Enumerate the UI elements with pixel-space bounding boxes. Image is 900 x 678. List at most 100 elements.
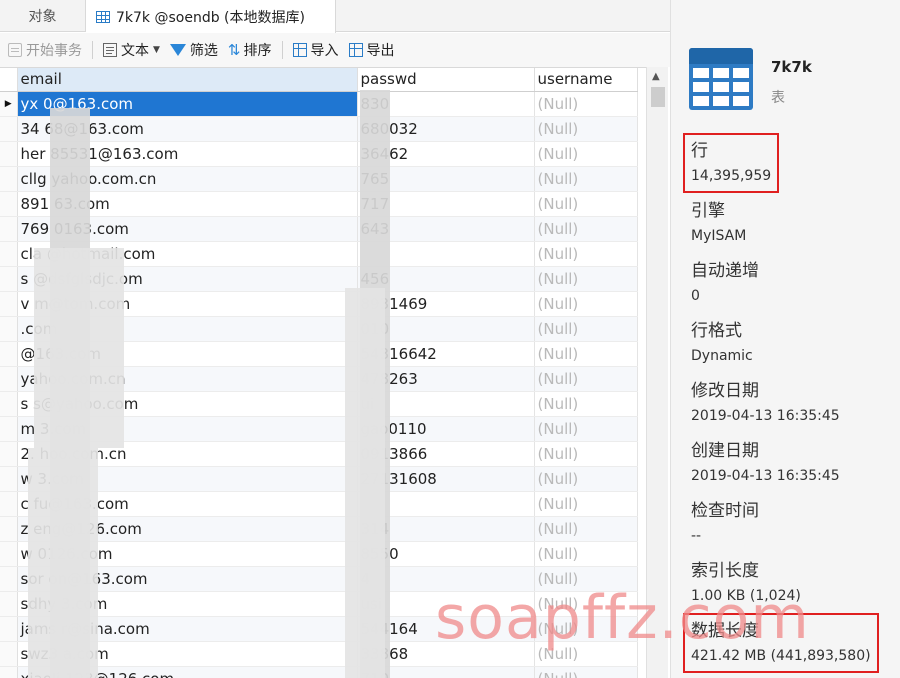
cell-username[interactable]: (Null) xyxy=(534,316,638,342)
column-header-passwd[interactable]: passwd xyxy=(357,68,535,92)
cell-username[interactable]: (Null) xyxy=(534,491,638,517)
begin-transaction-button[interactable]: 开始事务 xyxy=(8,40,82,60)
cell-username[interactable]: (Null) xyxy=(534,91,638,117)
column-header-username[interactable]: username xyxy=(534,68,638,92)
row-indicator[interactable] xyxy=(0,241,18,267)
cell-username[interactable]: (Null) xyxy=(534,141,638,167)
privacy-blur xyxy=(345,288,385,678)
privacy-blur xyxy=(34,248,124,448)
tab-bar: 对象 7k7k @soendb (本地数据库) xyxy=(0,0,670,33)
object-name: 7k7k xyxy=(771,58,812,76)
property-key: 自动递增 xyxy=(691,261,759,281)
property-item: 自动递增 0 xyxy=(691,260,759,306)
row-indicator[interactable] xyxy=(0,141,18,167)
table-icon xyxy=(96,10,110,23)
property-key: 检查时间 xyxy=(691,501,759,521)
cell-username[interactable]: (Null) xyxy=(534,516,638,542)
scroll-thumb[interactable] xyxy=(651,87,665,107)
export-button[interactable]: 导出 xyxy=(348,40,395,60)
cell-username[interactable]: (Null) xyxy=(534,541,638,567)
row-indicator[interactable] xyxy=(0,566,18,592)
cell-username[interactable]: (Null) xyxy=(534,441,638,467)
tab-table-7k7k[interactable]: 7k7k @soendb (本地数据库) xyxy=(86,0,336,33)
cell-username[interactable]: (Null) xyxy=(534,666,638,678)
row-indicator[interactable] xyxy=(0,91,18,117)
property-value: Dynamic xyxy=(691,348,753,364)
row-indicator[interactable] xyxy=(0,541,18,567)
table-row[interactable]: 891 63.com 717(Null) xyxy=(0,191,638,217)
row-indicator[interactable] xyxy=(0,591,18,617)
export-icon xyxy=(348,43,363,57)
document-icon xyxy=(103,43,117,57)
property-key: 行格式 xyxy=(691,321,742,341)
cell-username[interactable]: (Null) xyxy=(534,391,638,417)
table-row[interactable]: yx 0@163.com 830(Null) xyxy=(0,91,638,117)
row-indicator[interactable] xyxy=(0,291,18,317)
cell-username[interactable]: (Null) xyxy=(534,466,638,492)
filter-icon xyxy=(169,44,186,56)
row-indicator[interactable] xyxy=(0,441,18,467)
chevron-down-icon: ▼ xyxy=(153,45,160,55)
property-value: 2019-04-13 16:35:45 xyxy=(691,468,840,484)
table-row[interactable]: her 85531@163.com 36462(Null) xyxy=(0,141,638,167)
property-item: 行格式 Dynamic xyxy=(691,320,753,366)
row-indicator[interactable] xyxy=(0,516,18,542)
table-row[interactable]: 34 68@163.com 680032(Null) xyxy=(0,116,638,142)
filter-button[interactable]: 筛选 xyxy=(169,40,218,60)
text-label: 文本 xyxy=(121,43,149,59)
scroll-up-arrow-icon[interactable]: ▲ xyxy=(652,71,660,82)
filter-label: 筛选 xyxy=(189,43,218,59)
property-key: 修改日期 xyxy=(691,381,759,401)
row-indicator[interactable] xyxy=(0,116,18,142)
row-indicator[interactable] xyxy=(0,166,18,192)
property-value: 2019-04-13 16:35:45 xyxy=(691,408,840,424)
property-key: 引擎 xyxy=(691,201,725,221)
cell-username[interactable]: (Null) xyxy=(534,291,638,317)
text-button[interactable]: 文本 ▼ xyxy=(103,40,160,60)
tab-objects[interactable]: 对象 xyxy=(0,0,86,32)
row-indicator[interactable] xyxy=(0,266,18,292)
cell-username[interactable]: (Null) xyxy=(534,191,638,217)
object-info-panel: 7k7k 表 行 14,395,959 引擎 MyISAM 自动递增 0 行格式 Dynami… xyxy=(670,0,900,678)
cell-username[interactable]: (Null) xyxy=(534,366,638,392)
property-item: 检查时间 -- xyxy=(691,500,759,546)
cell-username[interactable]: (Null) xyxy=(534,116,638,142)
tab-table-label: 7k7k @soendb (本地数据库) xyxy=(116,9,305,26)
row-indicator[interactable] xyxy=(0,641,18,667)
property-value: -- xyxy=(691,528,702,544)
row-indicator[interactable] xyxy=(0,491,18,517)
row-indicator[interactable] xyxy=(0,191,18,217)
cell-username[interactable]: (Null) xyxy=(534,241,638,267)
row-indicator[interactable] xyxy=(0,341,18,367)
table-row[interactable]: cllg yahoo.com.cn 765(Null) xyxy=(0,166,638,192)
property-item: 引擎 MyISAM xyxy=(691,200,746,246)
cell-username[interactable]: (Null) xyxy=(534,266,638,292)
cell-username[interactable]: (Null) xyxy=(534,216,638,242)
row-indicator[interactable] xyxy=(0,616,18,642)
toolbar-divider xyxy=(281,41,283,59)
row-indicator[interactable] xyxy=(0,416,18,442)
property-item: 创建日期 2019-04-13 16:35:45 xyxy=(691,440,840,486)
row-indicator[interactable] xyxy=(0,391,18,417)
sort-label: 排序 xyxy=(243,43,272,59)
property-item: 修改日期 2019-04-13 16:35:45 xyxy=(691,380,840,426)
sort-button[interactable]: ⇅ 排序 xyxy=(228,40,272,60)
import-label: 导入 xyxy=(310,43,339,59)
row-indicator[interactable] xyxy=(0,466,18,492)
cell-username[interactable]: (Null) xyxy=(534,341,638,367)
column-header-email[interactable]: email xyxy=(17,68,358,92)
table-row[interactable]: 769 0163.com 643(Null) xyxy=(0,216,638,242)
privacy-blur xyxy=(28,448,98,678)
header-row: email passwd username xyxy=(0,68,638,92)
cell-username[interactable]: (Null) xyxy=(534,166,638,192)
row-indicator[interactable] xyxy=(0,666,18,678)
cell-username[interactable]: (Null) xyxy=(534,416,638,442)
toolbar-divider xyxy=(92,41,93,59)
begin-transaction-label: 开始事务 xyxy=(26,43,82,59)
row-indicator[interactable] xyxy=(0,366,18,392)
object-type: 表 xyxy=(771,90,785,106)
row-indicator[interactable] xyxy=(0,316,18,342)
property-key: 创建日期 xyxy=(691,441,759,461)
import-button[interactable]: 导入 xyxy=(292,40,339,60)
row-indicator[interactable] xyxy=(0,216,18,242)
